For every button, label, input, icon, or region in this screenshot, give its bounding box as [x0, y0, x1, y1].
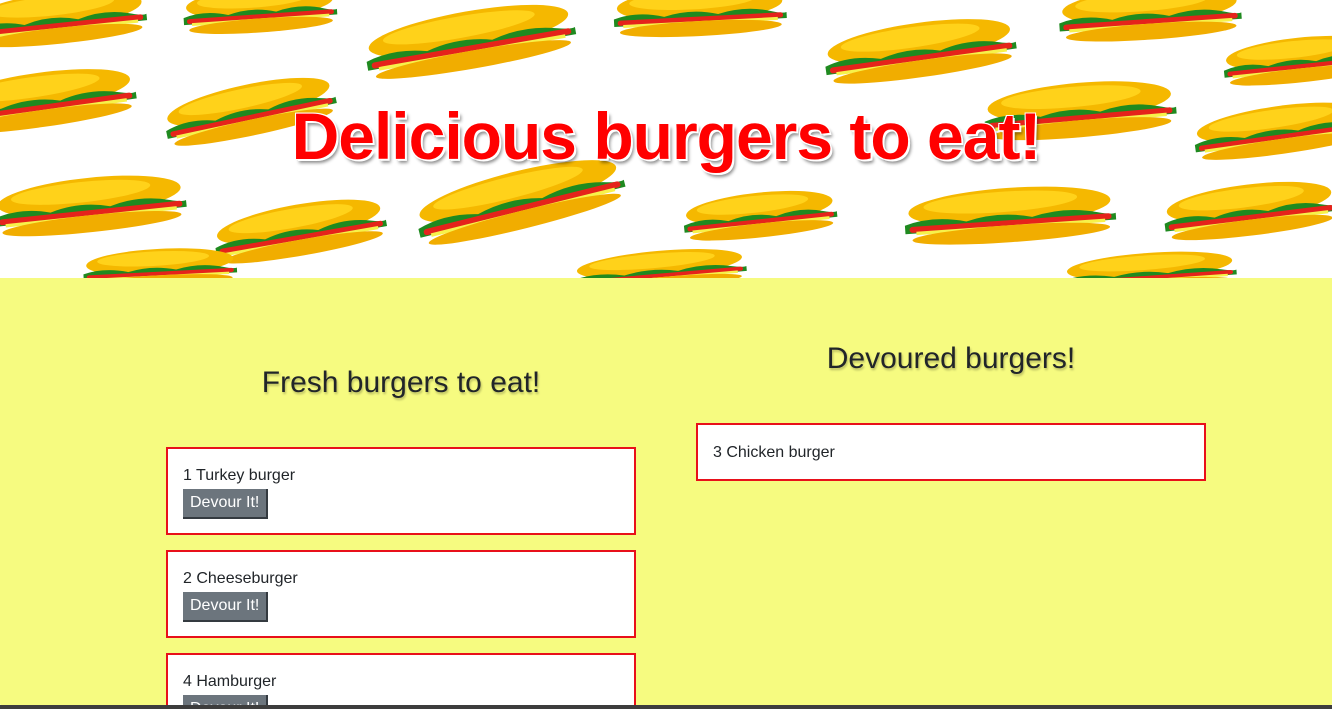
page-title: Delicious burgers to eat!: [291, 99, 1042, 173]
main-content: Fresh burgers to eat! 1 Turkey burger De…: [0, 278, 1332, 709]
burger-card-hamburger: 4 Hamburger Devour It!: [166, 653, 636, 709]
devour-button[interactable]: Devour It!: [183, 489, 269, 519]
hero-banner: Delicious burgers to eat!: [0, 0, 1332, 278]
window-bottom-edge: [0, 705, 1332, 709]
burger-name: 3 Chicken burger: [713, 444, 835, 461]
burger-name: 2 Cheeseburger: [183, 570, 298, 587]
burger-name: 4 Hamburger: [183, 673, 277, 690]
devour-button[interactable]: Devour It!: [183, 592, 269, 622]
burger-card-turkey: 1 Turkey burger Devour It!: [166, 447, 636, 535]
burger-name: 1 Turkey burger: [183, 467, 296, 484]
fresh-burgers-heading: Fresh burgers to eat!: [261, 366, 541, 399]
devoured-burgers-heading: Devoured burgers!: [826, 342, 1076, 375]
devoured-card-chicken: 3 Chicken burger: [696, 423, 1206, 481]
page: Delicious burgers to eat! Fresh burgers …: [0, 0, 1332, 709]
burger-card-cheeseburger: 2 Cheeseburger Devour It!: [166, 550, 636, 638]
